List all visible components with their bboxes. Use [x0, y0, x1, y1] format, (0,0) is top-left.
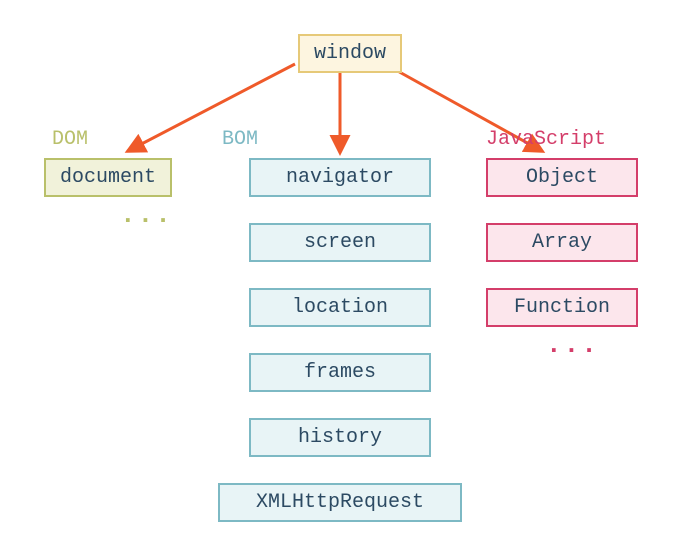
bom-section-label: BOM — [222, 128, 258, 151]
bom-item-label: location — [292, 296, 388, 319]
bom-item-label: XMLHttpRequest — [256, 491, 424, 514]
bom-item-history: history — [249, 418, 431, 457]
bom-item-location: location — [249, 288, 431, 327]
bom-item-label: screen — [304, 231, 376, 254]
bom-item-frames: frames — [249, 353, 431, 392]
window-box: window — [298, 34, 402, 73]
bom-item-screen: screen — [249, 223, 431, 262]
dom-section-label: DOM — [52, 128, 88, 151]
js-section-label: JavaScript — [486, 128, 606, 151]
js-item-label: Function — [514, 296, 610, 319]
bom-item-label: frames — [304, 361, 376, 384]
js-item-function: Function — [486, 288, 638, 327]
bom-item-label: navigator — [286, 166, 394, 189]
js-item-object: Object — [486, 158, 638, 197]
arrows-svg — [0, 0, 684, 560]
js-ellipsis: ... — [546, 330, 599, 360]
bom-item-xmlhttprequest: XMLHttpRequest — [218, 483, 462, 522]
js-item-array: Array — [486, 223, 638, 262]
bom-item-label: history — [298, 426, 382, 449]
dom-item-document: document — [44, 158, 172, 197]
dom-ellipsis: ... — [120, 200, 173, 230]
js-item-label: Object — [526, 166, 598, 189]
dom-item-label: document — [60, 166, 156, 189]
window-label: window — [314, 42, 386, 65]
bom-item-navigator: navigator — [249, 158, 431, 197]
js-item-label: Array — [532, 231, 592, 254]
